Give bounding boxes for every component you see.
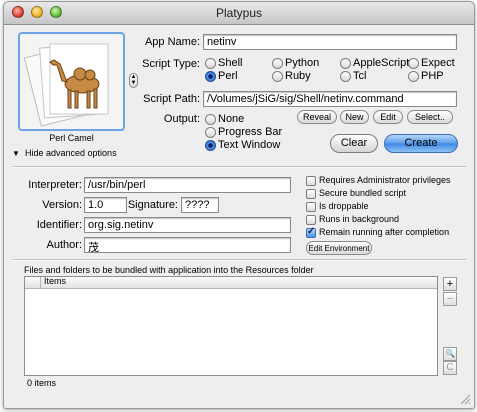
files-count: 0 items xyxy=(27,378,57,388)
files-column-divider xyxy=(40,277,41,288)
radio-tcl[interactable] xyxy=(340,71,351,82)
resize-grip-icon[interactable] xyxy=(459,393,471,405)
radio-output-progress-bar-label: Progress Bar xyxy=(218,126,283,138)
checkbox-droppable[interactable] xyxy=(306,202,316,212)
version-field[interactable]: 1.0 xyxy=(84,197,127,213)
remove-file-button[interactable]: − xyxy=(443,292,457,306)
disclosure-triangle-icon[interactable]: ▼ xyxy=(12,149,20,158)
interpreter-label: Interpreter: xyxy=(28,179,82,191)
app-name-field[interactable]: netinv xyxy=(203,34,457,50)
checkbox-remain-running[interactable] xyxy=(306,226,316,238)
clear-files-button[interactable]: C xyxy=(443,361,457,375)
checkbox-requires-admin-label: Requires Administrator privileges xyxy=(319,175,451,185)
create-button[interactable]: Create xyxy=(384,134,458,153)
reveal-in-finder-icon[interactable]: 🔍 xyxy=(443,347,457,361)
app-name-label: App Name: xyxy=(144,36,200,48)
files-list-header: Items xyxy=(25,276,437,289)
add-file-button[interactable]: + xyxy=(443,277,457,291)
radio-output-none[interactable] xyxy=(205,114,216,125)
identifier-label: Identifier: xyxy=(36,219,82,231)
author-field[interactable]: 茂 xyxy=(84,237,291,253)
radio-output-text-window-label: Text Window xyxy=(218,139,281,151)
signature-field[interactable]: ???? xyxy=(181,197,219,213)
radio-ruby-label: Ruby xyxy=(285,70,311,82)
radio-output-none-label: None xyxy=(218,113,245,125)
interpreter-field[interactable]: /usr/bin/perl xyxy=(84,177,291,193)
files-list[interactable]: Items xyxy=(24,276,438,376)
script-path-label: Script Path: xyxy=(143,93,200,105)
new-button[interactable]: New xyxy=(340,110,369,124)
hide-advanced-options-label[interactable]: Hide advanced options xyxy=(25,148,117,158)
radio-applescript-label: AppleScript xyxy=(353,57,410,69)
separator-bottom xyxy=(12,259,466,261)
files-column-header[interactable]: Items xyxy=(44,276,66,286)
radio-shell[interactable] xyxy=(205,58,216,69)
radio-ruby[interactable] xyxy=(272,71,283,82)
checkbox-remain-running-label: Remain running after completion xyxy=(319,227,450,237)
radio-expect-label: Expect xyxy=(421,57,455,69)
edit-button[interactable]: Edit xyxy=(373,110,403,124)
checkbox-background-label: Runs in background xyxy=(319,214,400,224)
app-icon-well[interactable] xyxy=(18,32,125,131)
separator-top xyxy=(12,166,466,168)
app-window: Platypus Perl Camel ▲ ▼ App Name: netinv … xyxy=(3,1,475,409)
reveal-button[interactable]: Reveal xyxy=(297,110,337,124)
radio-applescript[interactable] xyxy=(340,58,351,69)
version-label: Version: xyxy=(42,199,82,211)
camel-icon xyxy=(23,43,109,127)
checkbox-requires-admin[interactable] xyxy=(306,176,316,186)
radio-python[interactable] xyxy=(272,58,283,69)
script-type-label: Script Type: xyxy=(142,58,200,70)
checkbox-secure-script[interactable] xyxy=(306,189,316,199)
radio-shell-label: Shell xyxy=(218,57,243,69)
window-title: Platypus xyxy=(215,6,263,20)
output-label: Output: xyxy=(163,113,200,125)
icon-caption: Perl Camel xyxy=(49,133,94,143)
radio-python-label: Python xyxy=(285,57,320,69)
radio-perl-label: Perl xyxy=(218,70,238,82)
radio-tcl-label: Tcl xyxy=(353,70,367,82)
clear-button[interactable]: Clear xyxy=(330,134,378,153)
icon-chooser-stepper[interactable]: ▲ ▼ xyxy=(129,73,138,88)
identifier-field[interactable]: org.sig.netinv xyxy=(84,217,291,233)
radio-expect[interactable] xyxy=(408,58,419,69)
radio-php[interactable] xyxy=(408,71,419,82)
radio-php-label: PHP xyxy=(421,70,444,82)
author-label: Author: xyxy=(46,239,82,251)
checkbox-droppable-label: Is droppable xyxy=(319,201,369,211)
checkbox-secure-script-label: Secure bundled script xyxy=(319,188,407,198)
title-bar: Platypus xyxy=(4,2,474,25)
select-button[interactable]: Select.. xyxy=(407,110,453,124)
edit-environment-button[interactable]: Edit Environment xyxy=(306,241,372,255)
files-description: Files and folders to be bundled with app… xyxy=(24,265,314,275)
checkbox-background[interactable] xyxy=(306,215,316,225)
script-path-field[interactable]: /Volumes/jSiG/sig/Shell/netinv.command xyxy=(203,91,457,107)
radio-output-progress-bar[interactable] xyxy=(205,127,216,138)
radio-perl[interactable] xyxy=(205,71,216,82)
radio-output-text-window[interactable] xyxy=(205,140,216,151)
signature-label: Signature: xyxy=(127,199,178,211)
